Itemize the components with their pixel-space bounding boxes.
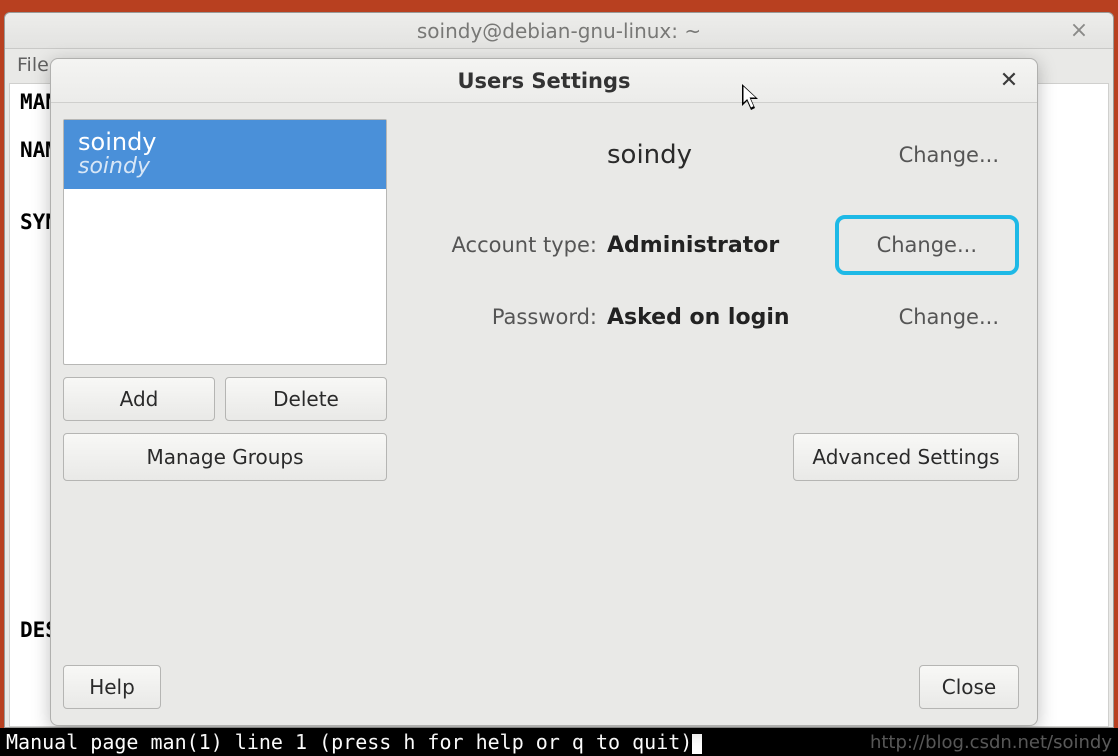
detail-name-row: soindy Change... <box>407 119 1019 191</box>
menu-file[interactable]: File <box>17 54 49 76</box>
account-type-label: Account type: <box>407 233 607 257</box>
status-text: Manual page man(1) line 1 (press h for h… <box>6 730 692 754</box>
help-button[interactable]: Help <box>63 665 161 709</box>
detail-password-row: Password: Asked on login Change... <box>407 281 1019 353</box>
advanced-settings-button[interactable]: Advanced Settings <box>793 433 1019 481</box>
advanced-settings-label: Advanced Settings <box>812 445 999 469</box>
terminal-titlebar: soindy@debian-gnu-linux: ~ × <box>5 13 1113 49</box>
dialog-body: soindy soindy Add Delete Manage Groups s… <box>51 103 1037 725</box>
close-button[interactable]: Close <box>919 665 1019 709</box>
user-list-item[interactable]: soindy soindy <box>64 120 386 189</box>
account-type-value: Administrator <box>607 233 835 258</box>
add-button-label: Add <box>120 387 159 411</box>
help-button-label: Help <box>89 675 135 699</box>
detail-username: soindy <box>607 140 879 170</box>
terminal-statusbar: Manual page man(1) line 1 (press h for h… <box>0 728 1118 756</box>
manage-groups-button[interactable]: Manage Groups <box>63 433 387 481</box>
user-list[interactable]: soindy soindy <box>63 119 387 365</box>
dialog-header: Users Settings ✕ <box>51 59 1037 103</box>
user-display-name: soindy <box>78 128 372 156</box>
user-login-name: soindy <box>78 154 372 179</box>
close-button-label: Close <box>942 675 996 699</box>
add-user-button[interactable]: Add <box>63 377 215 421</box>
delete-user-button[interactable]: Delete <box>225 377 387 421</box>
dialog-close-button[interactable]: ✕ <box>991 63 1027 99</box>
delete-button-label: Delete <box>273 387 339 411</box>
watermark-url: http://blog.csdn.net/soindy <box>870 732 1112 753</box>
change-account-type-button[interactable]: Change... <box>835 215 1019 275</box>
terminal-close-button[interactable]: × <box>1059 13 1099 49</box>
change-password-button[interactable]: Change... <box>879 299 1019 335</box>
change-name-button[interactable]: Change... <box>879 137 1019 173</box>
manage-groups-label: Manage Groups <box>146 445 303 469</box>
dialog-title: Users Settings <box>457 69 630 93</box>
password-label: Password: <box>407 305 607 329</box>
user-detail-panel: soindy Change... Account type: Administr… <box>407 119 1019 353</box>
detail-account-type-row: Account type: Administrator Change... <box>407 209 1019 281</box>
status-cursor <box>692 734 702 754</box>
users-settings-dialog: Users Settings ✕ soindy soindy Add Delet… <box>50 58 1038 726</box>
password-value: Asked on login <box>607 305 879 330</box>
terminal-title: soindy@debian-gnu-linux: ~ <box>417 19 701 43</box>
